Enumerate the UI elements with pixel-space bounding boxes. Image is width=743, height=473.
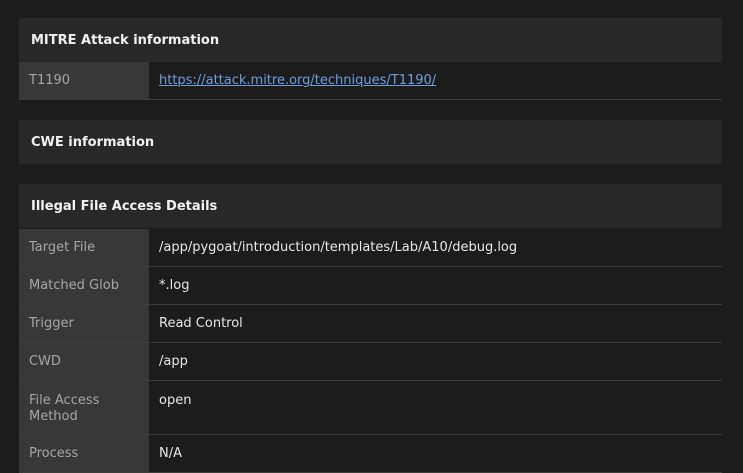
detail-value: /app xyxy=(159,353,188,369)
detail-key: Matched Glob xyxy=(19,267,149,304)
detail-row-target-file: Target File /app/pygoat/introduction/tem… xyxy=(19,229,722,267)
mitre-section-title: MITRE Attack information xyxy=(31,32,220,48)
detail-value: /app/pygoat/introduction/templates/Lab/A… xyxy=(159,239,518,255)
detail-row-process: Process N/A xyxy=(19,435,722,473)
illegal-file-access-section-title: Illegal File Access Details xyxy=(31,198,218,214)
detail-key: File Access Method xyxy=(19,381,149,434)
mitre-technique-row: T1190 https://attack.mitre.org/technique… xyxy=(19,62,722,100)
detail-key: Process xyxy=(19,435,149,472)
detail-key: Trigger xyxy=(19,305,149,342)
mitre-section-header: MITRE Attack information xyxy=(19,18,722,62)
detail-row-cwd: CWD /app xyxy=(19,343,722,381)
detail-row-matched-glob: Matched Glob *.log xyxy=(19,267,722,305)
cwe-section-title: CWE information xyxy=(31,134,155,150)
mitre-technique-value: https://attack.mitre.org/techniques/T119… xyxy=(149,62,722,99)
detail-value: Read Control xyxy=(159,315,243,331)
detail-row-trigger: Trigger Read Control xyxy=(19,305,722,343)
detail-row-file-access-method: File Access Method open xyxy=(19,381,722,435)
detail-value: open xyxy=(159,393,192,408)
detail-value: N/A xyxy=(159,445,182,461)
detail-key: Target File xyxy=(19,229,149,266)
details-panel: MITRE Attack information T1190 https://a… xyxy=(0,0,743,473)
cwe-section-header: CWE information xyxy=(19,120,722,164)
mitre-technique-id: T1190 xyxy=(19,62,149,99)
mitre-technique-link[interactable]: https://attack.mitre.org/techniques/T119… xyxy=(159,73,436,89)
illegal-file-access-section-header: Illegal File Access Details xyxy=(19,184,722,228)
detail-key: CWD xyxy=(19,343,149,380)
detail-value: *.log xyxy=(159,277,190,293)
